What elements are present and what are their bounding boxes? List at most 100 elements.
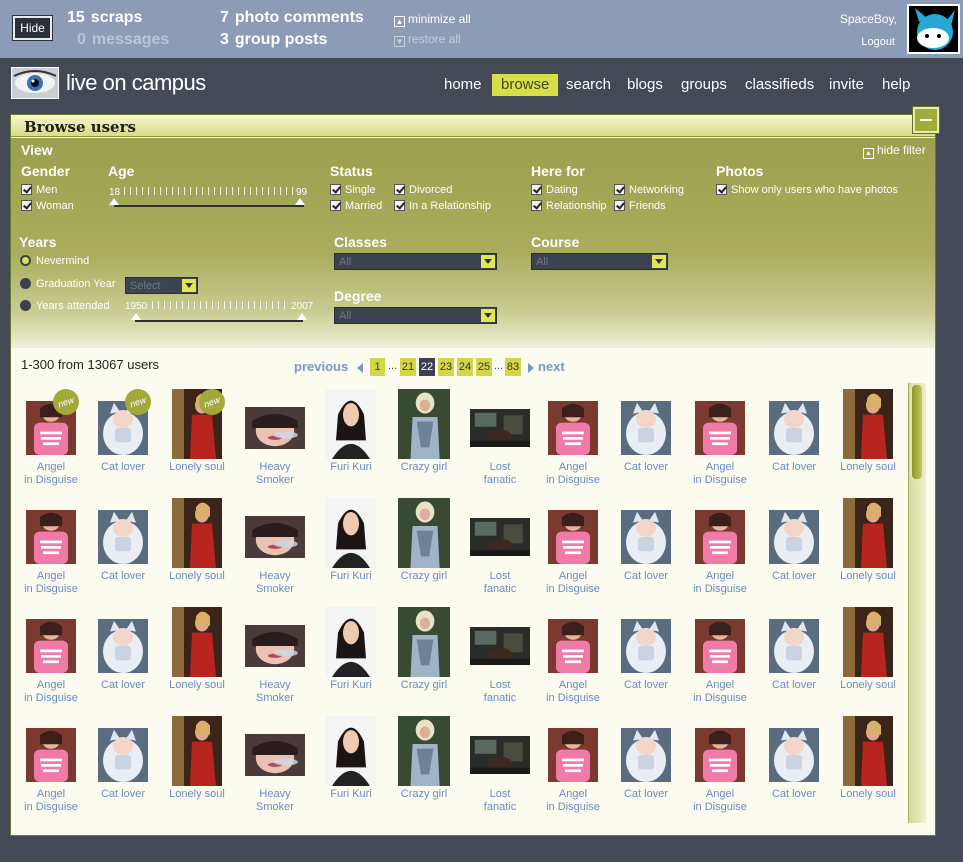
years-attended-radio[interactable]: Years attended [20, 300, 110, 312]
user-name-link[interactable]: Cat lover [85, 788, 161, 801]
user-name-link[interactable]: Crazy girl [386, 788, 462, 801]
user-card[interactable]: Crazy girl [386, 714, 462, 822]
photos-only-checkbox[interactable]: Show only users who have photos [716, 184, 898, 196]
nav-blogs[interactable]: blogs [618, 74, 672, 96]
user-card[interactable]: Crazy girl [386, 496, 462, 604]
user-card[interactable]: Angel in Disguise [682, 605, 758, 713]
user-photo[interactable] [621, 510, 671, 564]
user-photo[interactable] [548, 401, 598, 455]
user-photo[interactable] [548, 510, 598, 564]
user-card[interactable]: Heavy Smoker [237, 387, 313, 495]
page-link[interactable]: 23 [438, 358, 454, 376]
page-link[interactable]: 83 [505, 358, 521, 376]
user-card[interactable]: Angel in Disguise [682, 387, 758, 495]
grid-scrollbar-thumb[interactable] [910, 383, 924, 481]
scraps-counter[interactable]: 15 scraps [67, 9, 142, 27]
page-link[interactable]: 1 [370, 358, 385, 376]
years-graduation-radio[interactable]: Graduation Year [20, 278, 116, 290]
nav-search[interactable]: search [557, 74, 620, 96]
user-name-link[interactable]: Crazy girl [386, 570, 462, 583]
user-name-link[interactable]: Angel in Disguise [535, 679, 611, 705]
user-photo[interactable] [548, 728, 598, 782]
user-photo[interactable] [245, 734, 305, 776]
user-name-link[interactable]: Heavy Smoker [237, 679, 313, 705]
user-card[interactable]: Angel in Disguise [535, 714, 611, 822]
nav-groups[interactable]: groups [672, 74, 736, 96]
age-min-handle[interactable] [109, 198, 119, 205]
user-name-link[interactable]: Angel in Disguise [535, 788, 611, 814]
user-card[interactable]: Cat lover [756, 387, 832, 495]
page-link[interactable]: 25 [476, 358, 492, 376]
user-card[interactable]: Furi Kuri [313, 714, 389, 822]
user-card[interactable]: Angel in Disguise [13, 496, 89, 604]
user-name-link[interactable]: Angel in Disguise [13, 570, 89, 596]
user-name-link[interactable]: Furi Kuri [313, 788, 389, 801]
user-card[interactable]: Lonely soul [159, 496, 235, 604]
nav-help[interactable]: help [873, 74, 919, 96]
user-card[interactable]: Heavy Smoker [237, 605, 313, 713]
user-name-link[interactable]: Lonely soul [159, 679, 235, 692]
user-name-link[interactable]: Lost fanatic [462, 788, 538, 814]
user-photo[interactable] [769, 401, 819, 455]
nav-invite[interactable]: invite [820, 74, 873, 96]
user-name-link[interactable]: Lonely soul [830, 679, 906, 692]
user-name-link[interactable]: Lonely soul [159, 570, 235, 583]
user-card[interactable]: Angel in Disguise [535, 605, 611, 713]
page-current[interactable]: 22 [419, 358, 435, 376]
user-photo[interactable] [326, 389, 376, 459]
degree-select[interactable]: All [334, 307, 497, 324]
user-card[interactable]: Heavy Smoker [237, 714, 313, 822]
page-link[interactable]: 21 [400, 358, 416, 376]
user-card[interactable]: Crazy girl [386, 605, 462, 713]
user-photo[interactable] [621, 619, 671, 673]
user-card[interactable]: Lost fanatic [462, 714, 538, 822]
user-photo[interactable] [548, 619, 598, 673]
user-name-link[interactable]: Angel in Disguise [13, 788, 89, 814]
user-card[interactable]: Cat lover [85, 605, 161, 713]
user-photo[interactable] [695, 401, 745, 455]
user-avatar[interactable] [907, 4, 960, 54]
user-name-link[interactable]: Angel in Disguise [13, 461, 89, 487]
graduation-year-select[interactable]: Select [125, 277, 198, 294]
previous-page-link[interactable]: previous [294, 359, 348, 374]
user-photo[interactable] [245, 516, 305, 558]
age-slider-track[interactable] [114, 205, 304, 207]
user-name-link[interactable]: Lonely soul [830, 570, 906, 583]
user-name-link[interactable]: Cat lover [608, 461, 684, 474]
panel-minimize-button[interactable] [913, 107, 939, 133]
user-photo[interactable] [326, 716, 376, 786]
user-card[interactable]: Furi Kuri [313, 496, 389, 604]
user-photo[interactable] [326, 607, 376, 677]
user-name-link[interactable]: Heavy Smoker [237, 570, 313, 596]
messages-counter[interactable]: 0 messages [77, 31, 169, 49]
user-name-link[interactable]: Furi Kuri [313, 570, 389, 583]
user-name-link[interactable]: Cat lover [608, 570, 684, 583]
user-photo[interactable] [398, 607, 450, 677]
user-photo[interactable] [245, 625, 305, 667]
user-card[interactable]: Lost fanatic [462, 605, 538, 713]
user-name-link[interactable]: Angel in Disguise [682, 788, 758, 814]
user-name-link[interactable]: Crazy girl [386, 679, 462, 692]
user-photo[interactable] [398, 716, 450, 786]
user-card[interactable]: Lonely soul [830, 496, 906, 604]
user-photo[interactable] [695, 728, 745, 782]
here-for-dating-checkbox[interactable]: Dating [531, 184, 578, 196]
user-card[interactable]: Cat lover [756, 714, 832, 822]
user-photo[interactable] [769, 728, 819, 782]
user-card[interactable]: Lonely soul [159, 605, 235, 713]
user-photo[interactable] [172, 607, 222, 677]
user-photo[interactable] [843, 607, 893, 677]
restore-all-button[interactable]: ▼ restore all [394, 32, 461, 47]
age-max-handle[interactable] [295, 198, 305, 205]
user-name-link[interactable]: Cat lover [756, 679, 832, 692]
hide-button[interactable]: Hide [13, 16, 52, 40]
user-photo[interactable] [695, 619, 745, 673]
page-link[interactable]: 24 [457, 358, 473, 376]
user-name-link[interactable]: Lonely soul [830, 788, 906, 801]
logout-link[interactable]: Logout [861, 36, 895, 48]
user-card[interactable]: Cat lover [85, 496, 161, 604]
user-photo[interactable] [470, 736, 530, 774]
user-card[interactable]: Cat lover [85, 714, 161, 822]
user-photo[interactable] [769, 510, 819, 564]
user-name-link[interactable]: Furi Kuri [313, 679, 389, 692]
